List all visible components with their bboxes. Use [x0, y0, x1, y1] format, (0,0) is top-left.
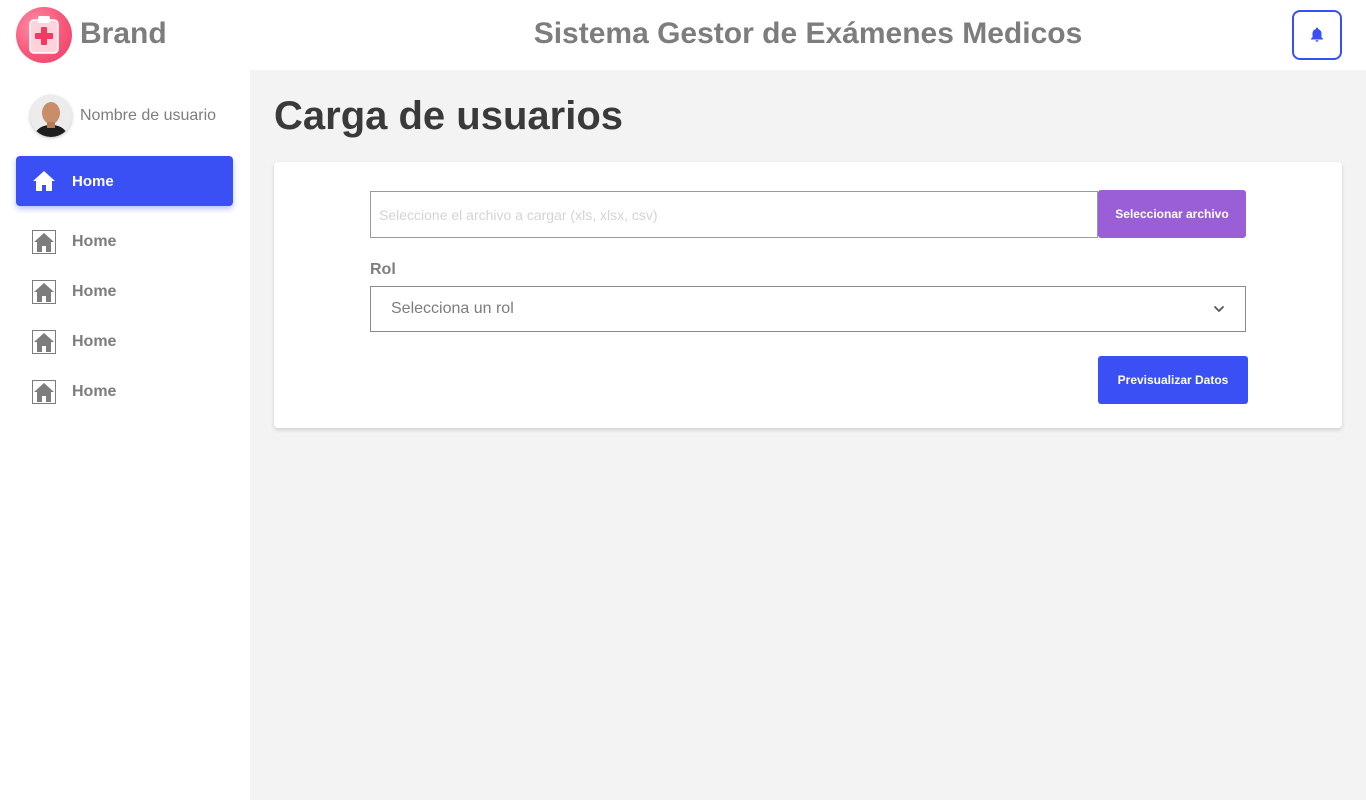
select-file-button[interactable]: Seleccionar archivo: [1098, 190, 1246, 238]
sidebar-item-home[interactable]: Home: [16, 217, 233, 267]
brand-name[interactable]: Brand: [80, 17, 167, 51]
notifications-button[interactable]: [1292, 10, 1342, 60]
home-icon: [33, 171, 55, 191]
bell-icon: [1311, 27, 1323, 42]
avatar[interactable]: [30, 95, 72, 137]
home-icon: [32, 230, 56, 254]
sidebar-item-home[interactable]: Home: [16, 317, 233, 367]
upload-card: Seleccionar archivo Rol Selecciona un ro…: [274, 162, 1342, 428]
sidebar-item-label: Home: [72, 383, 117, 400]
sidebar-item-label: Home: [72, 233, 117, 250]
role-select[interactable]: Selecciona un rol: [370, 286, 1246, 332]
role-select-value: Selecciona un rol: [391, 300, 514, 317]
file-input[interactable]: [370, 191, 1098, 238]
sidebar-item-label: Home: [72, 172, 114, 190]
app-title: Sistema Gestor de Exámenes Medicos: [533, 17, 1083, 50]
sidebar-item-home[interactable]: Home: [16, 367, 233, 417]
home-icon: [32, 380, 56, 404]
main-content: Carga de usuarios Seleccionar archivo Ro…: [250, 70, 1366, 800]
sidebar-item-label: Home: [72, 333, 117, 350]
role-label: Rol: [370, 261, 396, 278]
preview-data-button[interactable]: Previsualizar Datos: [1098, 356, 1248, 404]
home-icon: [32, 330, 56, 354]
home-icon: [32, 280, 56, 304]
clipboard-medical-icon[interactable]: [16, 7, 72, 63]
sidebar-item-label: Home: [72, 283, 117, 300]
sidebar: Nombre de usuario Home Home Home Home Ho…: [0, 70, 250, 800]
top-header: Brand Sistema Gestor de Exámenes Medicos: [0, 0, 1366, 70]
sidebar-item-home-active[interactable]: Home: [16, 156, 233, 206]
page-title: Carga de usuarios: [274, 94, 624, 138]
chevron-down-icon: [1214, 306, 1224, 312]
user-name: Nombre de usuario: [80, 107, 217, 124]
sidebar-item-home[interactable]: Home: [16, 267, 233, 317]
